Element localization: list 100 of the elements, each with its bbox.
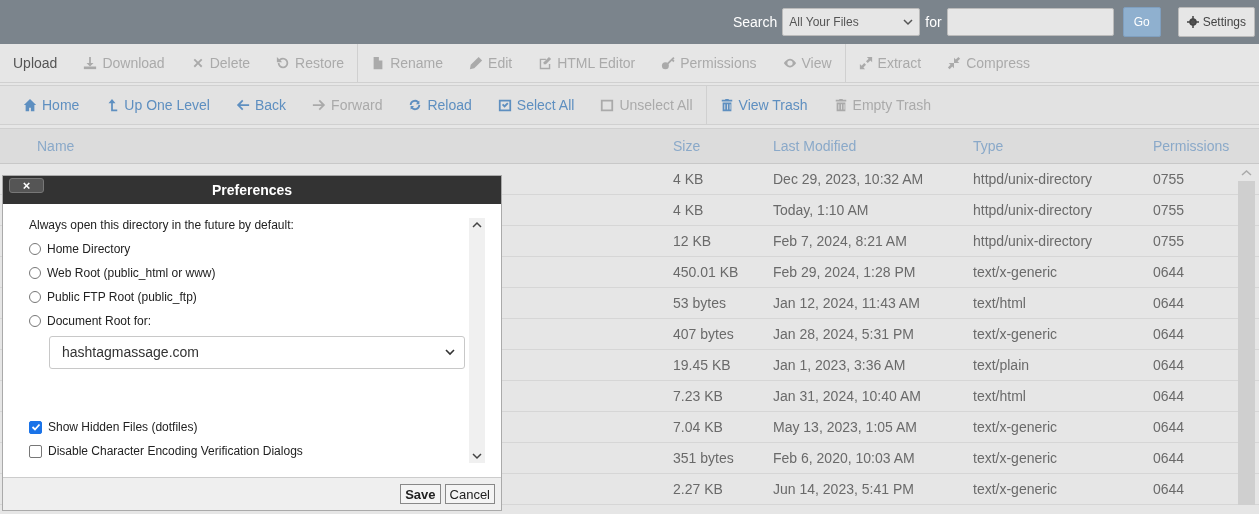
- checkbox[interactable]: [29, 444, 42, 458]
- checkmark-icon: [30, 422, 41, 433]
- table-cell-text: 0644: [1153, 357, 1186, 373]
- close-button[interactable]: ×: [9, 178, 44, 193]
- radio-button[interactable]: [29, 314, 41, 327]
- table-cell-text: 2.27 KB: [673, 481, 724, 497]
- table-cell-text: 19.45 KB: [673, 357, 732, 373]
- settings-button[interactable]: Settings: [1177, 7, 1255, 37]
- up-one-level-link[interactable]: Up One Level: [92, 86, 223, 124]
- view-trash-link[interactable]: View Trash: [706, 86, 821, 124]
- upload-button[interactable]: Upload: [0, 44, 71, 82]
- select-all-link[interactable]: Select All: [484, 86, 588, 124]
- table-cell-text: 0644: [1153, 388, 1186, 404]
- table-cell-text: Jan 28, 2024, 5:31 PM: [773, 326, 915, 342]
- table-cell-text: Jan 31, 2024, 10:40 AM: [773, 388, 922, 404]
- expand-icon: [858, 56, 873, 70]
- table-cell-text: text/html: [973, 388, 1027, 404]
- column-header[interactable]: Type: [973, 138, 1153, 154]
- download-icon: [83, 56, 98, 70]
- table-cell-text: 351 bytes: [673, 450, 735, 466]
- table-cell-text: httpd/unix-directory: [973, 171, 1094, 187]
- option-label: Document Root for:: [47, 313, 152, 328]
- left-arrow-icon: [235, 98, 250, 112]
- table-cell-text: 0644: [1153, 326, 1186, 342]
- column-header[interactable]: Permissions: [1153, 138, 1255, 154]
- table-cell-text: 0644: [1153, 264, 1186, 280]
- table-cell-text: 0644: [1153, 450, 1186, 466]
- caret-icon: [444, 348, 456, 357]
- radio-button[interactable]: [29, 266, 41, 279]
- table-cell-text: Today, 1:10 AM: [773, 202, 870, 218]
- reload-link[interactable]: Reload: [395, 86, 485, 124]
- cancel-button[interactable]: Cancel: [444, 484, 495, 504]
- save-button[interactable]: Save: [400, 484, 441, 504]
- search-field[interactable]: [946, 8, 1114, 36]
- table-cell-text: 4 KB: [673, 202, 705, 218]
- scrollbar[interactable]: [469, 218, 485, 463]
- option-label: Show Hidden Files (dotfiles): [48, 420, 198, 435]
- table-cell-text: text/x-generic: [973, 450, 1059, 466]
- table-cell-text: 12 KB: [673, 233, 713, 249]
- checked-box-icon: [497, 98, 512, 112]
- intro-text: Always open this directory in the future by default:: [29, 218, 295, 232]
- scrollbar[interactable]: [1238, 165, 1255, 505]
- radio-button[interactable]: [29, 290, 41, 303]
- table-cell-text: 53 bytes: [673, 295, 727, 311]
- table-cell-text: Jun 14, 2023, 5:41 PM: [773, 481, 915, 497]
- right-arrow-icon: [312, 98, 327, 112]
- home-link[interactable]: Home: [10, 86, 93, 124]
- trash-icon: [833, 98, 848, 112]
- table-cell-text: text/x-generic: [973, 419, 1059, 435]
- column-header[interactable]: Name: [0, 138, 673, 154]
- compress-icon: [947, 56, 962, 70]
- pencil-icon: [469, 56, 484, 70]
- gear-icon: [1186, 16, 1199, 28]
- eye-icon: [782, 56, 797, 70]
- checkbox[interactable]: [29, 420, 42, 434]
- table-cell-text: Feb 6, 2020, 10:03 AM: [773, 450, 916, 466]
- search-label: Search: [732, 14, 778, 30]
- table-cell-text: Jan 1, 2023, 3:36 AM: [773, 357, 907, 373]
- table-cell-text: 7.23 KB: [673, 388, 724, 404]
- table-cell-text: Dec 29, 2023, 10:32 AM: [773, 171, 925, 187]
- scroll-down-icon[interactable]: [472, 452, 482, 460]
- table-cell-text: text/html: [973, 295, 1027, 311]
- table-cell-text: May 13, 2023, 1:05 AM: [773, 419, 918, 435]
- table-cell-text: 0644: [1153, 419, 1186, 435]
- home-icon: [23, 98, 37, 112]
- edit-icon: [538, 56, 553, 70]
- table-cell-text: Jan 12, 2024, 11:43 AM: [773, 295, 921, 311]
- table-cell-text: 450.01 KB: [673, 264, 740, 280]
- column-header[interactable]: Last Modified: [773, 138, 973, 154]
- table-cell-text: 407 bytes: [673, 326, 735, 342]
- caret-icon: [903, 17, 914, 27]
- option-label: Home Directory: [47, 241, 131, 256]
- scroll-up-icon[interactable]: [472, 221, 482, 229]
- option-label: Web Root (public_html or www): [47, 265, 216, 280]
- option-label: Disable Character Encoding Verification Dialogs: [48, 444, 303, 459]
- table-cell-text: 0755: [1153, 202, 1186, 218]
- undo-icon: [276, 56, 291, 70]
- back-link[interactable]: Back: [222, 86, 300, 124]
- go-button[interactable]: Go: [1122, 7, 1161, 37]
- table-cell-text: 7.04 KB: [673, 419, 724, 435]
- trash-icon: [719, 98, 734, 112]
- key-icon: [661, 56, 676, 70]
- table-cell-text: 0755: [1153, 171, 1186, 187]
- table-cell-text: 0644: [1153, 295, 1186, 311]
- table-cell-text: 0755: [1153, 233, 1186, 249]
- table-cell-text: text/x-generic: [973, 326, 1059, 342]
- table-cell-text: httpd/unix-directory: [973, 202, 1094, 218]
- reload-icon: [408, 98, 423, 112]
- table-cell-text: 4 KB: [673, 171, 705, 187]
- table-cell-text: text/x-generic: [973, 481, 1059, 497]
- table-cell-text: httpd/unix-directory: [973, 233, 1094, 249]
- empty-box-icon: [600, 98, 615, 112]
- scope-select[interactable]: All Your Files: [782, 8, 921, 36]
- document-root-select[interactable]: hashtagmassage.com: [49, 335, 465, 370]
- column-header[interactable]: Size: [673, 138, 773, 154]
- table-cell-text: Feb 7, 2024, 8:21 AM: [773, 233, 908, 249]
- option-label: Public FTP Root (public_ftp): [47, 289, 197, 304]
- table-cell-text: Feb 29, 2024, 1:28 PM: [773, 264, 917, 280]
- radio-button[interactable]: [29, 242, 41, 255]
- table-cell-text: 0644: [1153, 481, 1186, 497]
